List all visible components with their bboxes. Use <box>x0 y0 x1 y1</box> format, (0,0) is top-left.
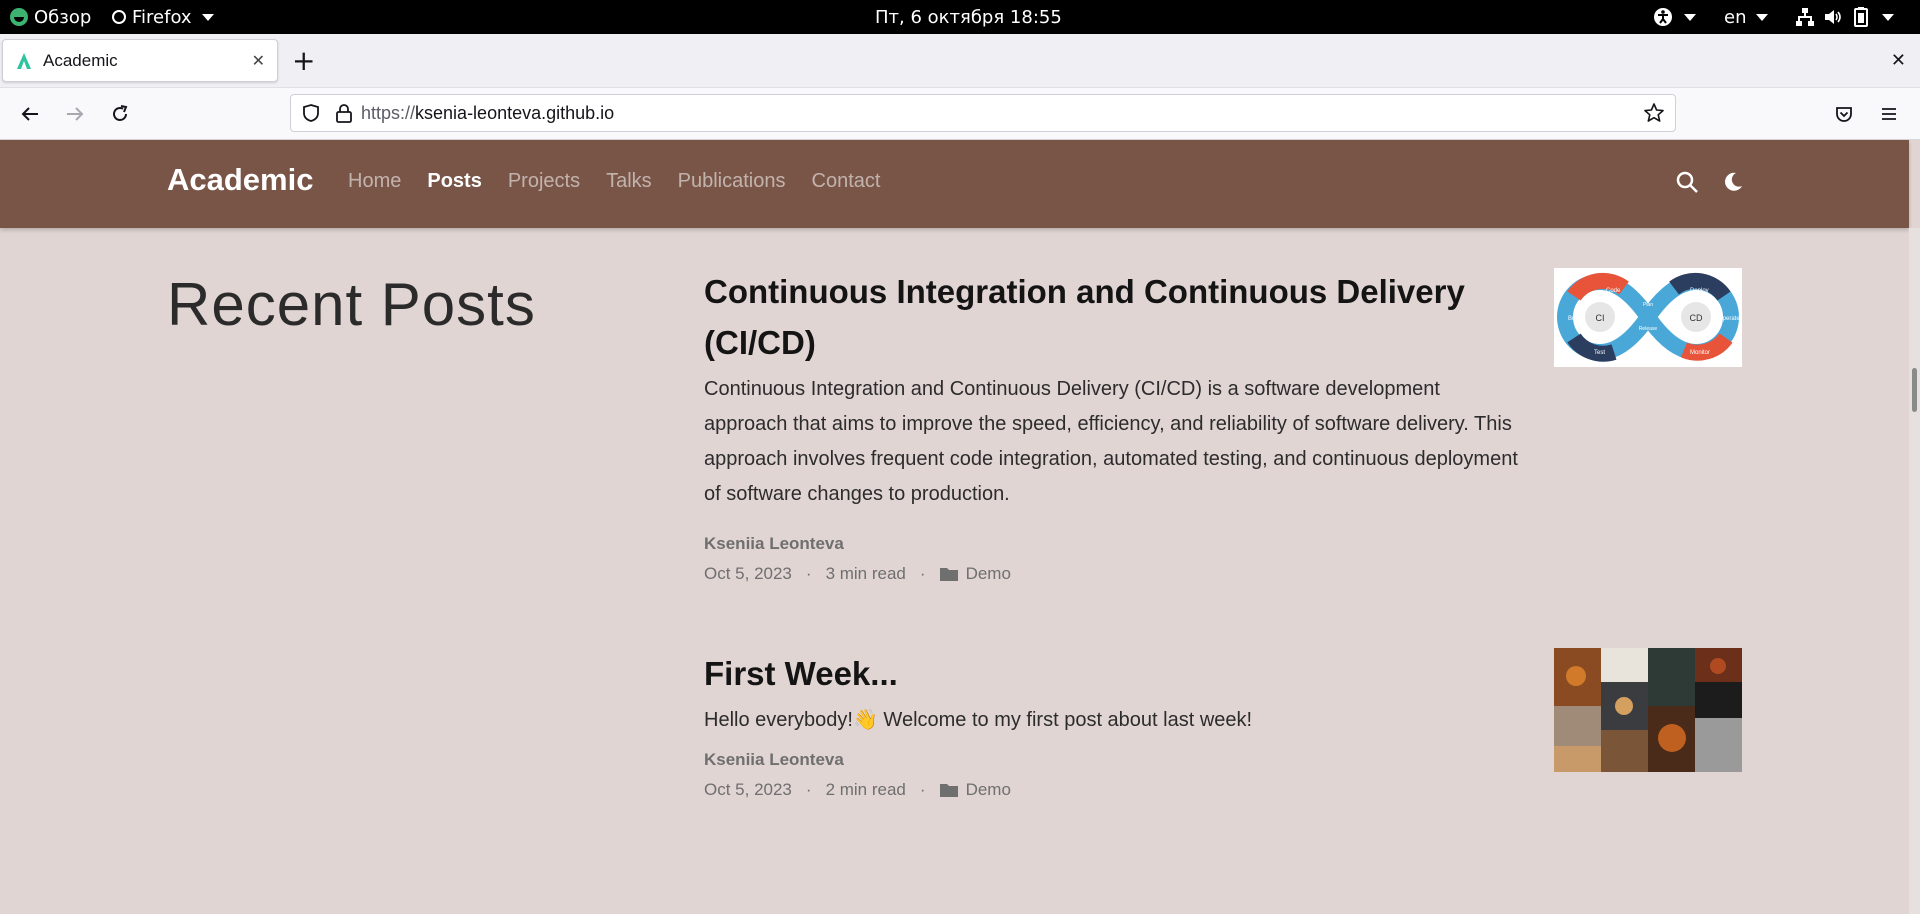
menu-item-projects[interactable]: Projects <box>508 170 580 193</box>
gnome-logo-icon <box>10 8 28 26</box>
thumb-release-label: Release <box>1639 326 1658 332</box>
clock-label: Пт, 6 октября 18:55 <box>875 6 1062 28</box>
menu-item-publications[interactable]: Publications <box>678 170 786 193</box>
page-title: Recent Posts <box>167 271 536 338</box>
site-navbar: Academic Home Posts Projects Talks Publi… <box>0 140 1909 228</box>
activities-label: Обзор <box>34 6 92 28</box>
thumb-cd-label: CD <box>1690 313 1703 323</box>
hamburger-menu-icon <box>1882 108 1896 120</box>
meta-separator: · <box>805 564 812 583</box>
lock-icon[interactable] <box>335 103 353 123</box>
post-date: Oct 5, 2023 <box>704 780 792 799</box>
thumb-deploy-label: Deploy <box>1690 288 1709 294</box>
back-button[interactable] <box>14 98 46 130</box>
thumb-test-label: Test <box>1594 350 1605 356</box>
reload-icon <box>113 105 128 121</box>
autumn-collage-image <box>1554 648 1742 772</box>
menu-item-home[interactable]: Home <box>348 170 401 193</box>
post-author[interactable]: Kseniia Leonteva <box>704 534 1524 554</box>
navigation-toolbar: https://ksenia-leonteva.github.io <box>0 88 1920 140</box>
post-summary: Hello everybody!👋 Welcome to my first po… <box>704 709 1253 731</box>
academic-favicon-icon <box>15 52 33 70</box>
site-menu: Home Posts Projects Talks Publications C… <box>348 170 880 193</box>
accessibility-icon <box>1652 6 1674 28</box>
menu-item-posts[interactable]: Posts <box>427 170 481 193</box>
chevron-down-icon <box>1882 13 1894 21</box>
folder-icon <box>939 784 958 797</box>
thumb-plan-label: Plan <box>1643 302 1653 308</box>
tab-title: Academic <box>43 50 118 70</box>
language-menu[interactable]: en <box>1724 0 1769 34</box>
post-thumbnail-collage[interactable] <box>1554 648 1742 772</box>
thumb-monitor-label: Monitor <box>1690 350 1710 356</box>
scrollbar-thumb[interactable] <box>1912 368 1917 412</box>
meta-separator: · <box>919 564 926 583</box>
pocket-button[interactable] <box>1828 98 1860 130</box>
new-tab-button[interactable]: + <box>292 47 315 75</box>
system-top-bar: Обзор Firefox Пт, 6 октября 18:55 en <box>0 0 1920 34</box>
tab-bar: Academic ✕ <box>0 34 1920 88</box>
bookmark-star-icon[interactable] <box>1643 102 1665 124</box>
arrow-left-icon <box>21 107 38 121</box>
post-category[interactable]: Demo <box>966 780 1011 800</box>
battery-icon <box>1850 6 1872 28</box>
cicd-infinity-image: CI CD Code Build Test Plan Release Deplo… <box>1557 272 1740 362</box>
post-thumbnail-cicd[interactable]: CI CD Code Build Test Plan Release Deplo… <box>1554 268 1742 367</box>
site-brand[interactable]: Academic <box>167 162 313 198</box>
thumb-operate-label: Operate <box>1718 316 1740 322</box>
volume-icon <box>1822 6 1844 28</box>
url-host: ksenia-leonteva.github.io <box>415 102 615 123</box>
post-meta: Oct 5, 2023 · 2 min read · Demo <box>704 780 1524 800</box>
tab-academic[interactable]: Academic ✕ <box>2 39 278 82</box>
post-category[interactable]: Demo <box>966 564 1011 584</box>
thumb-code-label: Code <box>1606 288 1621 294</box>
pocket-icon <box>1836 107 1852 122</box>
post-read-time: 2 min read <box>825 780 906 799</box>
clock[interactable]: Пт, 6 октября 18:55 <box>875 0 1062 34</box>
dark-mode-moon-icon[interactable] <box>1719 168 1747 196</box>
forward-button[interactable] <box>59 98 91 130</box>
url-text[interactable]: https://ksenia-leonteva.github.io <box>361 103 614 124</box>
network-wired-icon <box>1794 6 1816 28</box>
accessibility-menu[interactable] <box>1652 0 1696 34</box>
post-date: Oct 5, 2023 <box>704 564 792 583</box>
url-bar[interactable]: https://ksenia-leonteva.github.io <box>290 94 1676 132</box>
post-read-time: 3 min read <box>825 564 906 583</box>
activities-button[interactable]: Обзор <box>10 0 91 34</box>
reload-button[interactable] <box>104 98 136 130</box>
chevron-down-icon <box>1684 13 1696 21</box>
thumb-build-label: Build <box>1568 316 1581 322</box>
thumb-ci-label: CI <box>1596 313 1605 323</box>
app-menu-button[interactable]: Firefox <box>112 0 214 34</box>
meta-separator: · <box>805 780 812 799</box>
menu-item-talks[interactable]: Talks <box>606 170 652 193</box>
firefox-icon <box>112 10 126 24</box>
post-author[interactable]: Kseniia Leonteva <box>704 750 1524 770</box>
tracking-shield-icon[interactable] <box>301 103 321 123</box>
search-icon[interactable] <box>1673 168 1701 196</box>
language-label: en <box>1724 6 1747 28</box>
post-item: Continuous Integration and Continuous De… <box>704 266 1524 584</box>
post-summary: Continuous Integration and Continuous De… <box>704 378 1518 505</box>
close-tab-icon[interactable]: ✕ <box>252 51 265 70</box>
app-menu-button[interactable] <box>1873 98 1905 130</box>
meta-separator: · <box>919 780 926 799</box>
app-menu-label: Firefox <box>132 6 192 28</box>
post-title[interactable]: First Week... <box>704 648 1524 699</box>
post-title[interactable]: Continuous Integration and Continuous De… <box>704 266 1524 368</box>
close-window-icon[interactable]: ✕ <box>1891 50 1906 71</box>
url-scheme: https:// <box>361 102 416 123</box>
page-scrollbar[interactable] <box>1909 228 1920 914</box>
menu-item-contact[interactable]: Contact <box>812 170 881 193</box>
chevron-down-icon <box>1756 13 1769 21</box>
post-item: First Week... Hello everybody!👋 Welcome … <box>704 648 1524 800</box>
folder-icon <box>939 568 958 581</box>
post-meta: Oct 5, 2023 · 3 min read · Demo <box>704 564 1524 584</box>
chevron-down-icon <box>201 13 214 21</box>
system-menu[interactable] <box>1794 0 1894 34</box>
arrow-right-icon <box>67 107 84 121</box>
